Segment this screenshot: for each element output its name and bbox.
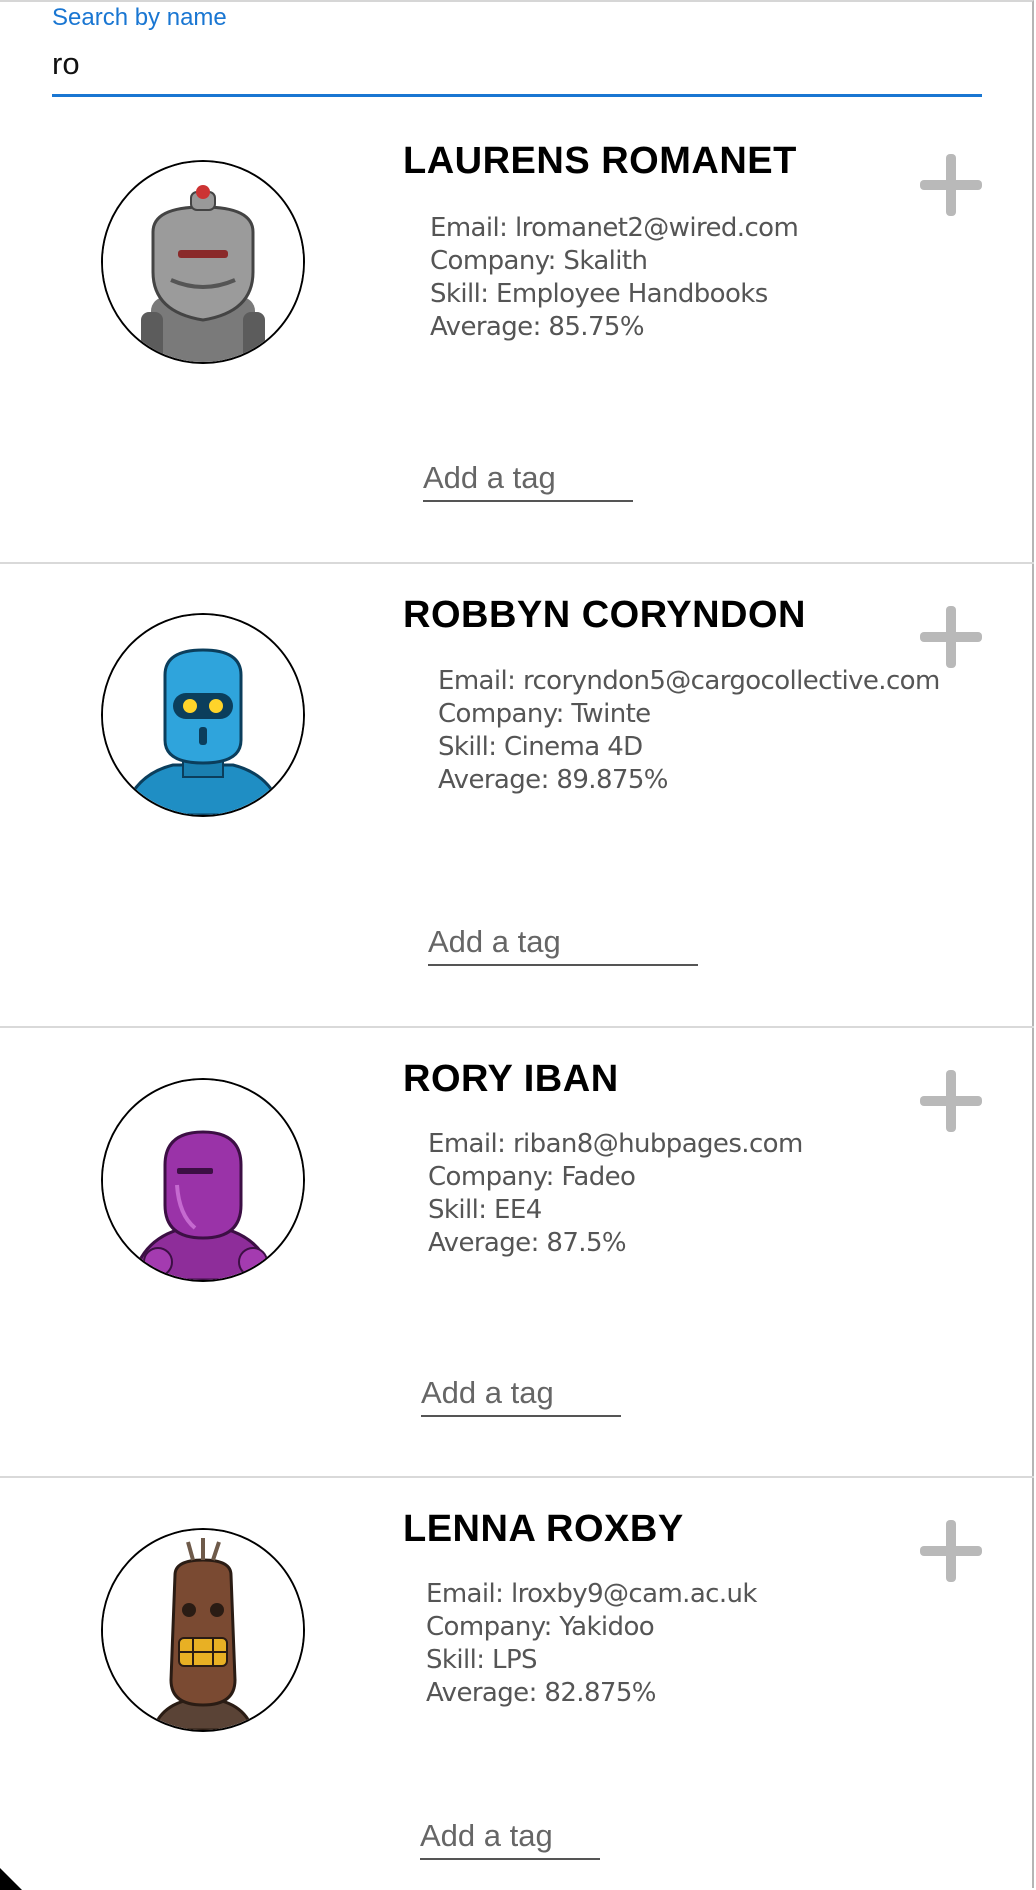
search-label: Search by name (52, 4, 227, 31)
student-email: Email: lromanet2@wired.com (430, 213, 799, 243)
student-email: Email: rcoryndon5@cargocollective.com (438, 666, 940, 696)
student-info: Email: lroxby9@cam.ac.uk Company: Yakido… (426, 1578, 757, 1710)
student-average: Average: 82.875% (426, 1678, 656, 1708)
purple-robot-avatar (101, 1078, 305, 1282)
student-name: LAURENS ROMANET (403, 140, 797, 182)
student-card: ROBBYN CORYNDON Email: rcoryndon5@cargoc… (0, 564, 1034, 1028)
search-underline (52, 94, 982, 97)
student-name: RORY IBAN (403, 1058, 619, 1100)
student-email: Email: lroxby9@cam.ac.uk (426, 1579, 757, 1609)
student-skill: Skill: Cinema 4D (438, 732, 643, 762)
plus-icon[interactable] (920, 154, 982, 216)
student-email: Email: riban8@hubpages.com (428, 1129, 803, 1159)
plus-icon[interactable] (920, 1520, 982, 1582)
student-company: Company: Skalith (430, 246, 648, 276)
brown-robot-avatar (101, 1528, 305, 1732)
gray-robot-avatar (101, 160, 305, 364)
student-name: ROBBYN CORYNDON (403, 594, 806, 636)
student-info: Email: rcoryndon5@cargocollective.com Co… (438, 665, 940, 797)
student-info: Email: riban8@hubpages.com Company: Fade… (428, 1128, 803, 1260)
search-field[interactable]: Search by name (52, 0, 982, 98)
student-card: LENNA ROXBY Email: lroxby9@cam.ac.uk Com… (0, 1478, 1034, 1890)
student-info: Email: lromanet2@wired.com Company: Skal… (430, 212, 799, 344)
student-average: Average: 85.75% (430, 312, 645, 342)
student-name: LENNA ROXBY (403, 1508, 684, 1550)
student-company: Company: Twinte (438, 699, 651, 729)
search-input[interactable] (52, 44, 982, 84)
add-tag-input[interactable] (423, 456, 633, 502)
student-skill: Skill: LPS (426, 1645, 538, 1675)
student-skill: Skill: EE4 (428, 1195, 542, 1225)
add-tag-input[interactable] (420, 1814, 600, 1860)
add-tag-input[interactable] (421, 1371, 621, 1417)
add-tag-input[interactable] (428, 920, 698, 966)
plus-icon[interactable] (920, 606, 982, 668)
student-company: Company: Yakidoo (426, 1612, 655, 1642)
student-average: Average: 89.875% (438, 765, 668, 795)
student-card: LAURENS ROMANET Email: lromanet2@wired.c… (0, 98, 1034, 564)
student-company: Company: Fadeo (428, 1162, 636, 1192)
student-average: Average: 87.5% (428, 1228, 627, 1258)
blue-robot-avatar (101, 613, 305, 817)
student-skill: Skill: Employee Handbooks (430, 279, 768, 309)
plus-icon[interactable] (920, 1070, 982, 1132)
student-card: RORY IBAN Email: riban8@hubpages.com Com… (0, 1028, 1034, 1478)
